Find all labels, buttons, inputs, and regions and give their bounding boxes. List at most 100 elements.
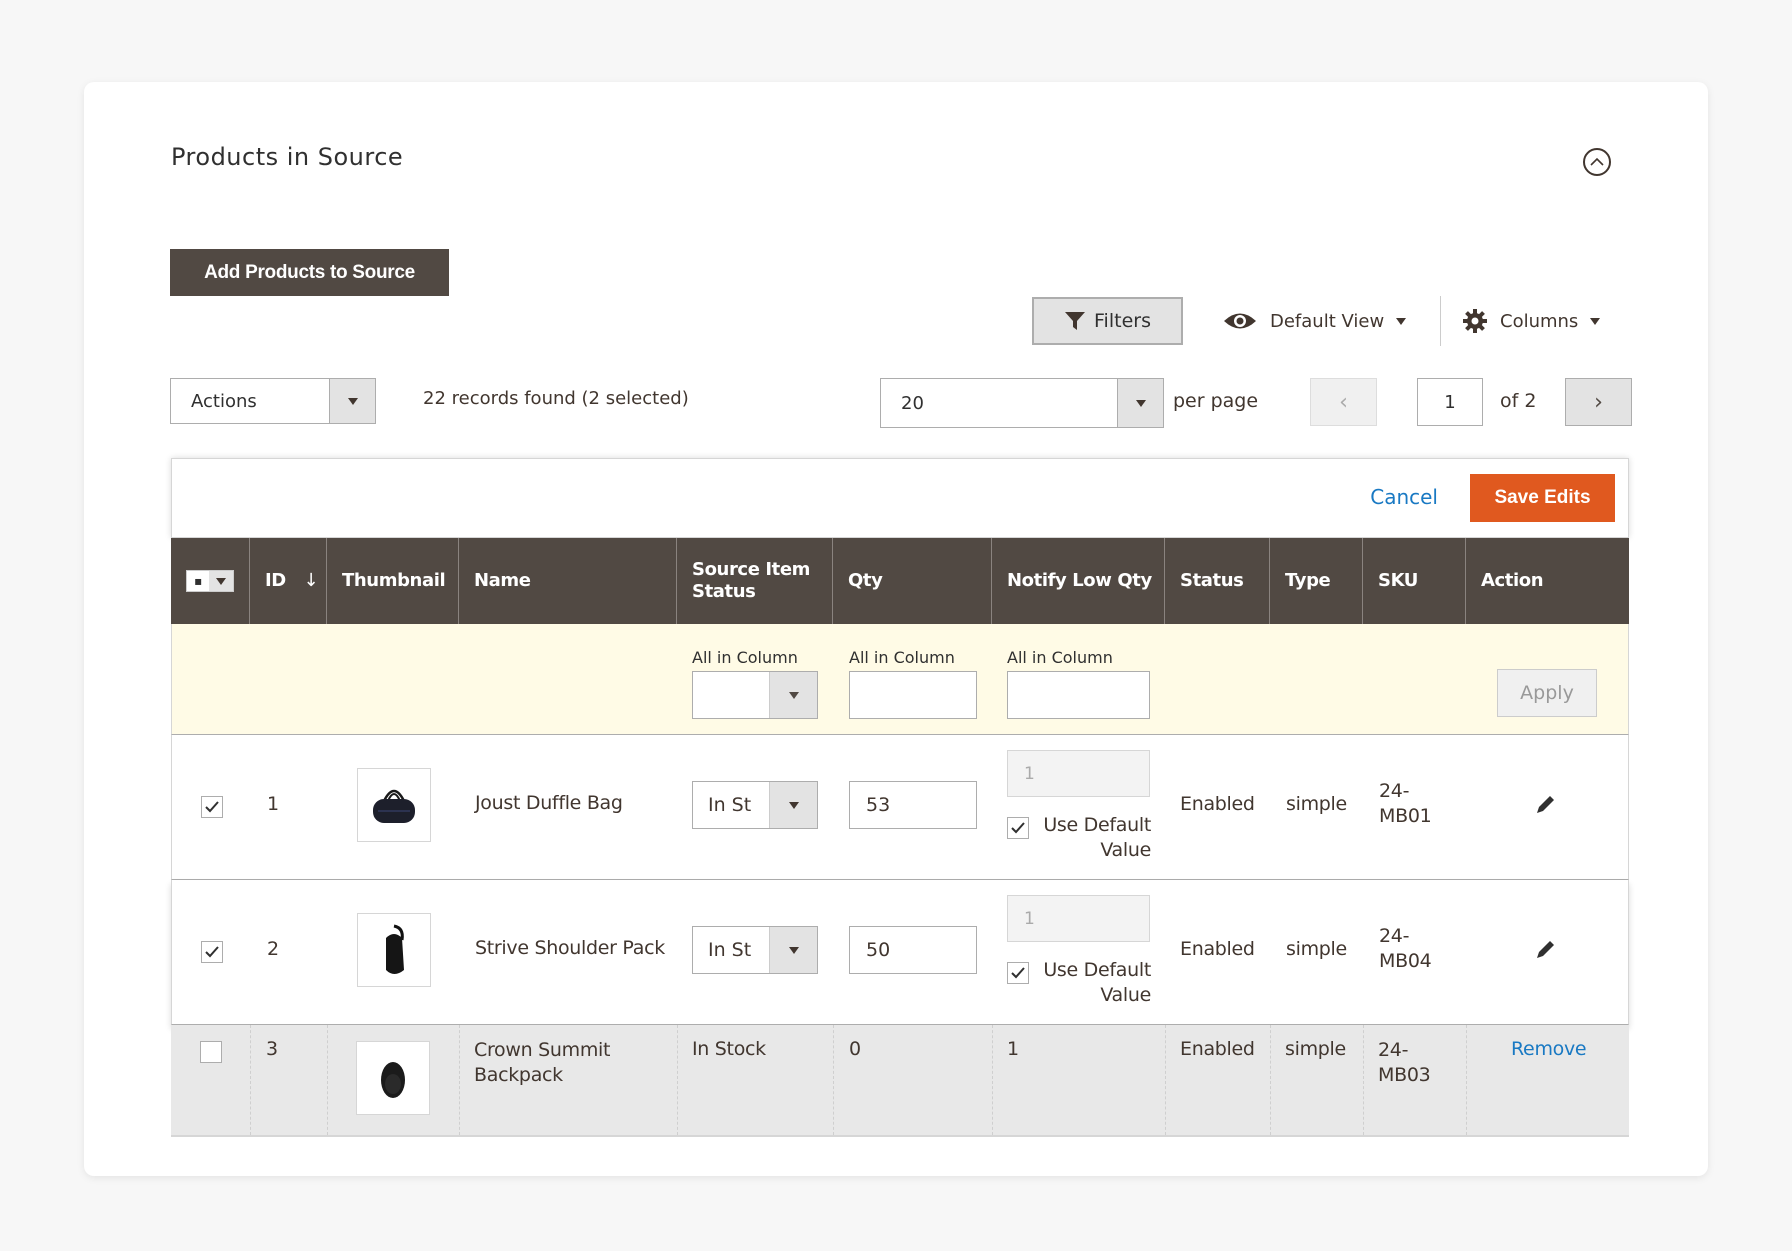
source-item-status-select[interactable]: In St — [692, 926, 818, 974]
cell-notify-low-qty: 1 — [1007, 1038, 1019, 1060]
table-header: ▪ ID ↓ Thumbnail Name Source Item Status… — [171, 538, 1629, 624]
product-thumbnail[interactable] — [357, 768, 431, 842]
default-view-dropdown[interactable]: Default View — [1222, 303, 1407, 339]
cell-type: simple — [1286, 793, 1347, 815]
table-row: 3 Crown Summit Backpack In Stock 0 1 Ena… — [171, 1025, 1629, 1137]
cell-name: Joust Duffle Bag — [475, 792, 623, 814]
toolbar-divider — [1440, 296, 1441, 346]
all-qty-input[interactable] — [849, 671, 977, 719]
pencil-icon[interactable] — [1534, 794, 1556, 816]
notify-low-qty-input: 1 — [1007, 895, 1150, 942]
cell-type: simple — [1285, 1038, 1346, 1060]
per-page-label: per page — [1173, 390, 1259, 412]
per-page-toggle[interactable] — [1117, 379, 1163, 427]
header-action: Action — [1481, 570, 1544, 592]
checkmark-icon — [205, 946, 219, 958]
caret-down-icon — [1590, 317, 1601, 325]
eye-icon — [1224, 313, 1256, 329]
filter-icon — [1065, 312, 1086, 330]
checkmark-icon — [205, 801, 219, 813]
qty-input[interactable]: 50 — [849, 926, 977, 974]
previous-page-button[interactable]: ‹ — [1310, 378, 1377, 426]
header-status[interactable]: Status — [1165, 538, 1270, 624]
page-total-text: of 2 — [1500, 390, 1537, 412]
all-notify-low-qty-input[interactable] — [1007, 671, 1150, 719]
header-sku[interactable]: SKU — [1363, 538, 1466, 624]
caret-down-icon — [216, 577, 226, 585]
columns-dropdown[interactable]: Columns — [1462, 303, 1601, 339]
header-type[interactable]: Type — [1270, 538, 1363, 624]
actions-select-toggle[interactable] — [329, 379, 375, 423]
header-qty[interactable]: Qty — [833, 538, 992, 624]
cell-qty: 0 — [849, 1038, 861, 1060]
cell-sku: 24-MB01 — [1379, 780, 1432, 827]
cell-status: Enabled — [1180, 938, 1255, 960]
header-name[interactable]: Name — [459, 538, 677, 624]
remove-link[interactable]: Remove — [1511, 1038, 1587, 1060]
collapse-button[interactable] — [1583, 148, 1611, 176]
backpack-image — [381, 1062, 405, 1098]
default-view-label: Default View — [1270, 310, 1385, 332]
filters-button[interactable]: Filters — [1032, 297, 1183, 345]
cell-id: 2 — [267, 938, 279, 960]
shoulder-pack-image — [386, 924, 404, 974]
header-thumbnail: Thumbnail — [327, 538, 459, 624]
page-number-input[interactable]: 1 — [1417, 378, 1483, 426]
pencil-icon[interactable] — [1534, 939, 1556, 961]
cell-status: Enabled — [1180, 793, 1255, 815]
row-checkbox[interactable] — [200, 1041, 222, 1063]
duffle-bag-image — [373, 789, 415, 823]
next-page-button[interactable]: › — [1565, 378, 1632, 426]
row-checkbox[interactable] — [201, 941, 223, 963]
table-row-editing: 1 Joust Duffle Bag In St 53 1 Use Defaul… — [171, 735, 1629, 880]
caret-down-icon — [1135, 399, 1146, 407]
caret-down-icon — [347, 397, 358, 405]
per-page-select[interactable]: 20 — [880, 378, 1164, 428]
columns-label: Columns — [1500, 310, 1579, 332]
table-row-editing: 2 Strive Shoulder Pack In St 50 1 Use De… — [171, 880, 1629, 1025]
chevron-up-icon — [1590, 157, 1604, 166]
row-checkbox[interactable] — [201, 796, 223, 818]
cell-name: Strive Shoulder Pack — [475, 937, 665, 959]
mass-select-toggle[interactable] — [209, 571, 233, 591]
save-edits-button[interactable]: Save Edits — [1470, 474, 1615, 522]
chevron-left-icon: ‹ — [1339, 389, 1348, 415]
use-default-label: Use Default Value — [1043, 959, 1151, 1006]
cell-status: Enabled — [1180, 1038, 1255, 1060]
caret-down-icon — [788, 801, 799, 809]
actions-select-value: Actions — [191, 390, 257, 412]
chevron-right-icon: › — [1594, 389, 1603, 415]
caret-down-icon — [1396, 317, 1407, 325]
product-thumbnail[interactable] — [357, 913, 431, 987]
cell-id: 1 — [267, 793, 279, 815]
product-thumbnail[interactable] — [356, 1041, 430, 1115]
sort-desc-icon: ↓ — [303, 570, 319, 592]
caret-down-icon — [788, 946, 799, 954]
cell-id: 3 — [266, 1038, 278, 1060]
per-page-value: 20 — [901, 392, 924, 414]
apply-button[interactable]: Apply — [1497, 669, 1597, 717]
mass-select-control[interactable]: ▪ — [186, 570, 234, 592]
header-notify-low-qty[interactable]: Notify Low Qty — [992, 538, 1165, 624]
header-source-item-status[interactable]: Source Item Status — [677, 538, 833, 624]
all-in-column-row: All in Column All in Column All in Colum… — [171, 624, 1629, 735]
header-mass-select: ▪ — [171, 538, 250, 624]
all-source-status-select[interactable] — [692, 671, 818, 719]
mass-select-indeterminate-icon: ▪ — [194, 573, 202, 588]
cancel-edit-link[interactable]: Cancel — [1370, 485, 1438, 509]
cell-sku: 24-MB03 — [1378, 1039, 1431, 1086]
qty-input[interactable]: 53 — [849, 781, 977, 829]
cell-sku: 24-MB04 — [1379, 925, 1432, 972]
all-in-column-label: All in Column — [849, 648, 955, 667]
records-found-text: 22 records found (2 selected) — [423, 388, 689, 409]
inline-edit-bar: Cancel Save Edits — [171, 458, 1629, 538]
caret-down-icon — [788, 691, 799, 699]
section-title: Products in Source — [171, 143, 404, 171]
actions-select[interactable]: Actions — [170, 378, 376, 424]
all-in-column-label: All in Column — [692, 648, 798, 667]
add-products-to-source-button[interactable]: Add Products to Source — [170, 249, 449, 296]
header-id[interactable]: ID ↓ — [250, 538, 327, 624]
cell-source-item-status: In Stock — [692, 1038, 766, 1060]
source-item-status-select[interactable]: In St — [692, 781, 818, 829]
cell-name: Crown Summit Backpack — [474, 1039, 611, 1086]
